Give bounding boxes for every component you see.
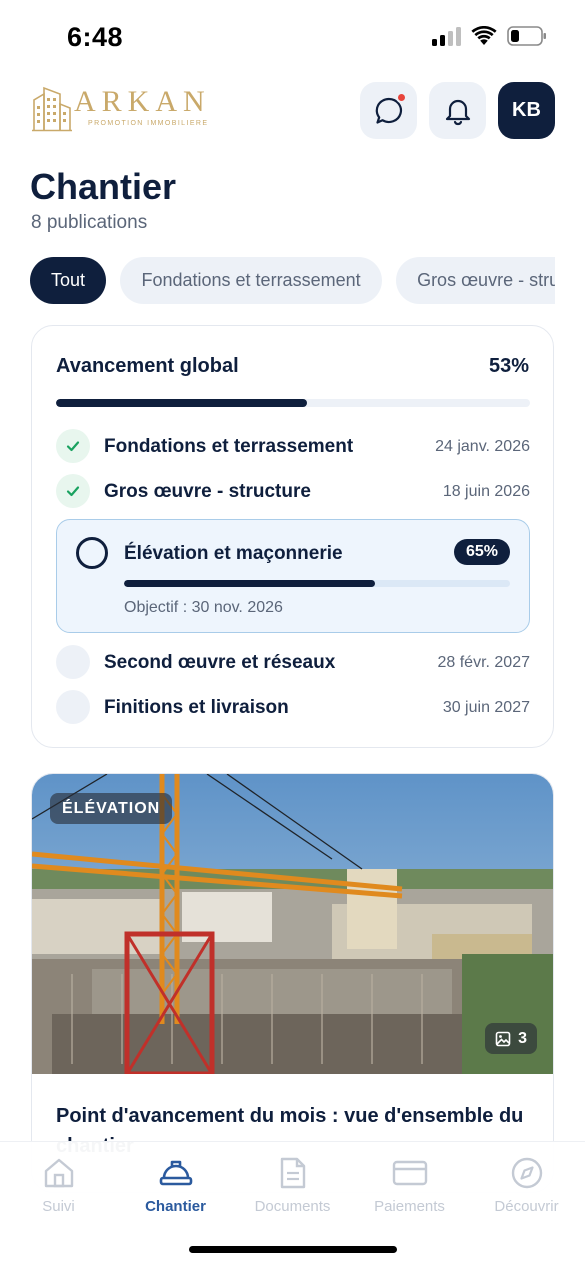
filter-chip-tout[interactable]: Tout: [30, 257, 107, 304]
step-label: Fondations et terrassement: [104, 436, 354, 457]
step-label: Finitions et livraison: [104, 697, 289, 718]
step-date: 18 juin 2026: [442, 483, 530, 500]
progress-title: Avancement global: [56, 355, 239, 377]
step-label: Gros œuvre - structure: [104, 481, 311, 502]
step-date: 30 juin 2027: [442, 699, 530, 716]
home-indicator: [189, 1246, 397, 1253]
document-icon: [280, 1157, 305, 1189]
nav-label: Découvrir: [494, 1198, 559, 1215]
publications-count: 8 publications: [31, 212, 148, 233]
battery-icon: [507, 26, 547, 46]
app-header: ARKAN PROMOTION IMMOBILIERE KB: [30, 80, 555, 140]
step-date: 24 janv. 2026: [435, 438, 530, 455]
check-icon: [66, 441, 80, 452]
page-title: Chantier: [30, 166, 177, 207]
brand-tagline: PROMOTION IMMOBILIERE: [88, 120, 209, 127]
progress-percent: 53%: [488, 355, 529, 377]
publication-card[interactable]: ÉLÉVATION 3 Point d'avancement du mois :…: [31, 773, 554, 1193]
user-avatar[interactable]: KB: [498, 82, 555, 139]
step-label: Élévation et maçonnerie: [124, 543, 343, 564]
step-finitions[interactable]: Finitions et livraison 30 juin 2027: [56, 689, 530, 725]
status-bar: 6:48: [0, 0, 585, 72]
step-progress-fill: [124, 580, 375, 587]
nav-suivi[interactable]: Suivi: [0, 1154, 117, 1215]
step-done-icon: [56, 474, 90, 508]
nav-label: Chantier: [145, 1198, 206, 1215]
hard-hat-icon: [159, 1160, 192, 1186]
global-progress-fill: [56, 399, 308, 407]
credit-card-icon: [392, 1160, 427, 1186]
step-pending-icon: [56, 645, 90, 679]
nav-label: Paiements: [374, 1198, 445, 1215]
filter-chips: Tout Fondations et terrassement Gros œuv…: [30, 257, 555, 305]
progress-card: Avancement global 53% Fondations et terr…: [31, 325, 554, 748]
building-logo-icon: [32, 86, 72, 132]
construction-site-photo[interactable]: ÉLÉVATION 3: [32, 774, 553, 1074]
home-icon: [44, 1158, 73, 1188]
nav-chantier[interactable]: Chantier: [117, 1154, 234, 1215]
step-second-oeuvre[interactable]: Second œuvre et réseaux 28 févr. 2027: [56, 644, 530, 680]
check-icon: [66, 486, 80, 497]
bell-icon: [445, 99, 470, 125]
step-elevation-current[interactable]: Élévation et maçonnerie 65% Objectif : 3…: [56, 519, 530, 633]
step-done-icon: [56, 429, 90, 463]
nav-paiements[interactable]: Paiements: [351, 1154, 468, 1215]
filter-chip-fondations[interactable]: Fondations et terrassement: [120, 257, 382, 304]
step-pending-icon: [56, 690, 90, 724]
photo-count-badge[interactable]: 3: [485, 1023, 537, 1054]
photo-count: 3: [518, 1029, 527, 1047]
phase-tag: ÉLÉVATION: [50, 793, 173, 824]
brand-logo[interactable]: ARKAN PROMOTION IMMOBILIERE: [32, 86, 211, 132]
nav-label: Suivi: [42, 1198, 75, 1215]
cellular-signal-icon: [432, 26, 461, 46]
notification-dot: [396, 92, 407, 103]
step-percent-badge: 65%: [453, 539, 510, 565]
step-label: Second œuvre et réseaux: [104, 652, 336, 673]
brand-name: ARKAN: [74, 85, 211, 118]
filter-chip-gros-oeuvre[interactable]: Gros œuvre - structure: [396, 257, 555, 304]
nav-documents[interactable]: Documents: [234, 1154, 351, 1215]
status-icons: [432, 26, 547, 46]
step-objective: Objectif : 30 nov. 2026: [124, 599, 283, 616]
status-time: 6:48: [67, 22, 124, 52]
messages-button[interactable]: [360, 82, 417, 139]
step-gros-oeuvre[interactable]: Gros œuvre - structure 18 juin 2026: [56, 473, 530, 509]
wifi-icon: [471, 26, 497, 46]
nav-label: Documents: [254, 1198, 331, 1215]
current-step-ring-icon: [76, 537, 108, 569]
step-progress-bar: [124, 580, 510, 587]
global-progress-bar: [56, 399, 530, 407]
notifications-button[interactable]: [429, 82, 486, 139]
nav-decouvrir[interactable]: Découvrir: [468, 1154, 585, 1215]
compass-icon: [511, 1157, 542, 1189]
step-fondations[interactable]: Fondations et terrassement 24 janv. 2026: [56, 428, 530, 464]
image-icon: [495, 1031, 511, 1046]
step-date: 28 févr. 2027: [437, 654, 530, 671]
